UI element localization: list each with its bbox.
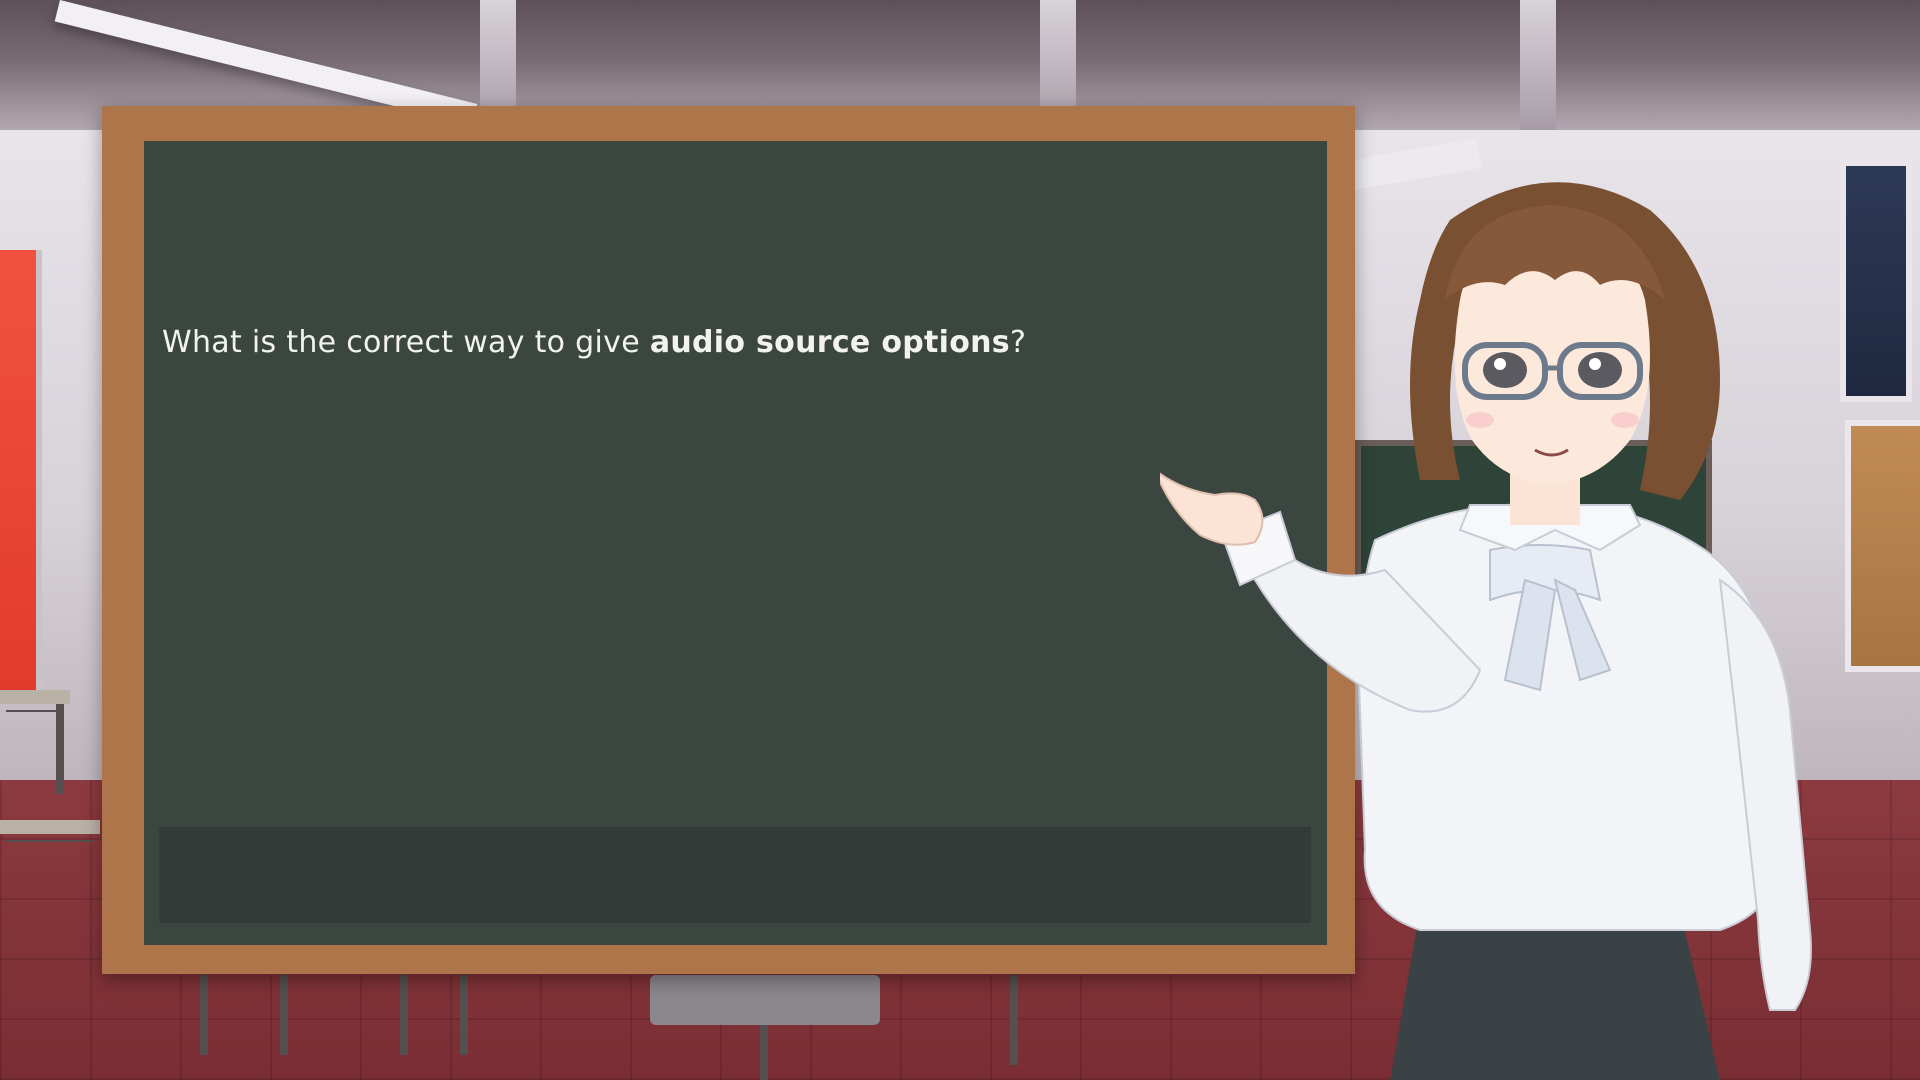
teacher-blush (1466, 412, 1494, 428)
desk-leg (56, 704, 64, 794)
desk-leg (1010, 975, 1018, 1065)
chair (650, 975, 880, 1025)
teacher-eye-highlight (1494, 358, 1506, 370)
desk (0, 820, 100, 834)
ceiling-beam (1520, 0, 1556, 130)
desk-leg (200, 975, 208, 1055)
classroom-scene: What is the correct way to give audio so… (0, 0, 1920, 1080)
chalkboard: What is the correct way to give audio so… (144, 141, 1327, 945)
teacher-hand (1160, 472, 1264, 546)
question-suffix: ? (1009, 325, 1027, 360)
teacher-eye-highlight (1589, 358, 1601, 370)
question-text: What is the correct way to give audio so… (162, 323, 1302, 363)
teacher-right-eye (1578, 352, 1622, 388)
desk-leg (460, 975, 468, 1055)
teacher-left-eye (1483, 352, 1527, 388)
question-emphasis: audio source options (649, 325, 1010, 360)
desk (0, 690, 70, 704)
teacher-blush (1611, 412, 1639, 428)
window-left (0, 250, 42, 690)
desk-leg (280, 975, 288, 1055)
teacher-character (1160, 182, 1812, 1080)
question-prefix: What is the correct way to give (162, 325, 650, 360)
answer-bar[interactable] (159, 827, 1311, 923)
desk-leg (400, 975, 408, 1055)
chair-leg (760, 1025, 768, 1080)
teacher-skirt (1390, 910, 1720, 1080)
